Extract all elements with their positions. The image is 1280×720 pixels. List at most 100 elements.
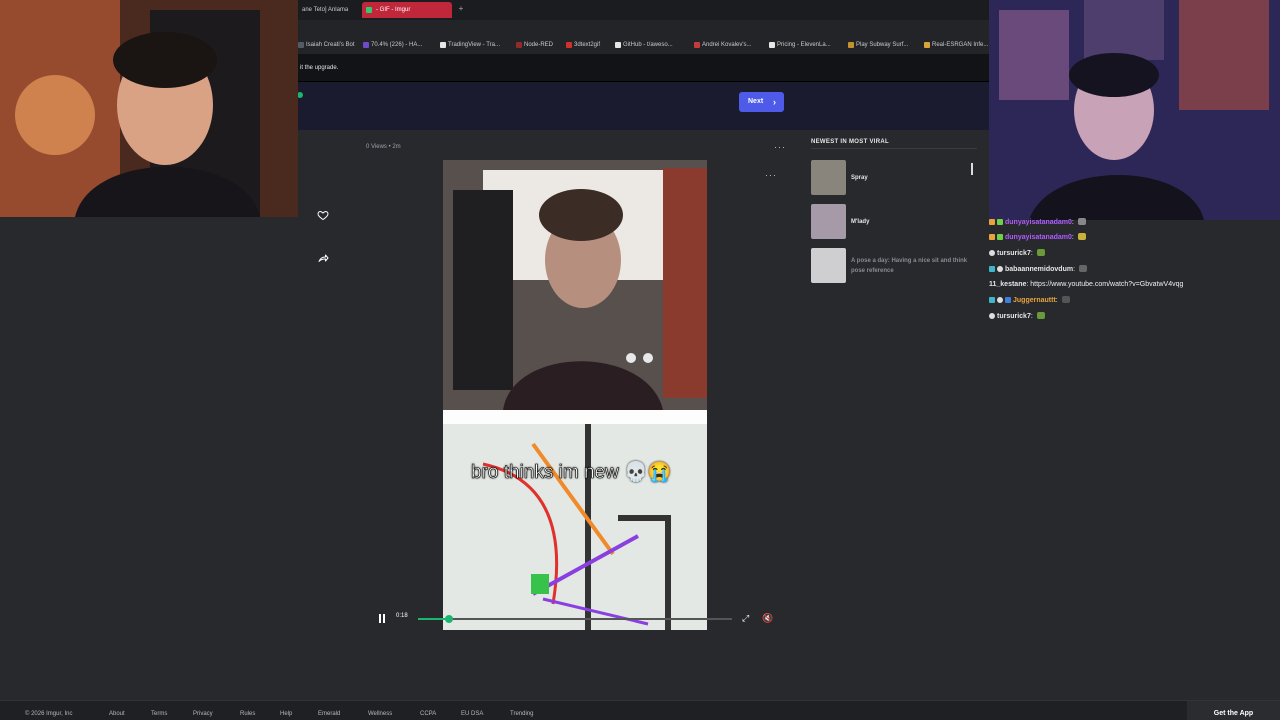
badge-icon	[989, 219, 995, 225]
chat-username[interactable]: tursurick7	[997, 250, 1031, 257]
bookmark-label: Pricing - ElevenLa...	[777, 42, 831, 48]
footer-link-about[interactable]: About	[109, 701, 125, 720]
bookmark[interactable]: Play Subway Surf...	[848, 36, 908, 54]
bookmark-label: Play Subway Surf...	[856, 42, 909, 48]
emote-icon	[1077, 233, 1086, 240]
footer-link-emerald[interactable]: Emerald	[318, 701, 340, 720]
bookmark[interactable]: Node-RED	[516, 36, 553, 54]
bookmark[interactable]: Real-ESRGAN Infe...	[924, 36, 988, 54]
chat-username[interactable]: Juggernauttt	[1013, 297, 1056, 304]
emote-icon	[1036, 312, 1045, 319]
infobar-text: it the upgrade.	[300, 65, 339, 71]
next-label: Next	[748, 98, 764, 105]
bookmark-label: Node-RED	[524, 42, 554, 48]
favorite-button[interactable]	[305, 197, 341, 233]
bookmark-icon	[363, 42, 369, 48]
gif-divider	[443, 410, 707, 424]
footer-link-rules[interactable]: Rules	[240, 701, 255, 720]
emote-icon	[1036, 249, 1045, 256]
footer-link-privacy[interactable]: Privacy	[193, 701, 213, 720]
gif-media[interactable]: bro thinks im new 💀😭	[443, 160, 707, 630]
gif-top-frame	[443, 160, 707, 410]
skull-badge-icon	[997, 297, 1003, 303]
gif-drawing-image	[443, 424, 707, 630]
video-controls: 0:18 ⤢ 🔇	[366, 608, 784, 630]
chat-message: tursurick7:	[989, 247, 1045, 261]
chat-username[interactable]: babaannemidovdum	[1005, 266, 1073, 273]
share-button[interactable]	[305, 240, 341, 276]
emote-icon	[1061, 296, 1070, 303]
video-time: 0:18	[396, 613, 408, 619]
badge-icon	[989, 297, 995, 303]
get-app-button[interactable]: Get the App	[1187, 701, 1280, 720]
stream-chat: dunyayisatanadam0: dunyayisatanadam0: tu…	[989, 218, 1280, 330]
bookmark-icon	[516, 42, 522, 48]
bookmark-label: Real-ESRGAN Infe...	[932, 42, 989, 48]
share-arrow-icon	[318, 254, 329, 262]
next-post-button[interactable]: Next ›	[739, 92, 784, 112]
chat-message: 11_kestane: https://www.youtube.com/watc…	[989, 281, 1184, 288]
pause-icon	[383, 614, 385, 623]
chat-username[interactable]: dunyayisatanadam0	[1005, 234, 1072, 241]
bookmark-icon	[566, 42, 572, 48]
chat-message: dunyayisatanadam0:	[989, 231, 1086, 245]
github-icon	[615, 42, 621, 48]
chevron-right-icon: ›	[773, 97, 776, 107]
emote-icon	[1077, 218, 1086, 225]
chat-message-text[interactable]: https://www.youtube.com/watch?v=GbvatwV4…	[1030, 281, 1183, 288]
gif-bottom-frame: bro thinks im new 💀😭	[443, 424, 707, 630]
fullscreen-icon[interactable]: ⤢	[742, 613, 749, 623]
new-tab-button[interactable]: +	[456, 2, 466, 16]
footer-link-help[interactable]: Help	[280, 701, 292, 720]
post-options-icon[interactable]: ···	[774, 142, 786, 152]
tab-label: ane Teto] Anlama	[302, 7, 349, 13]
bookmark[interactable]: Andrei Kovalev's...	[694, 36, 752, 54]
chat-username[interactable]: 11_kestane	[989, 281, 1026, 288]
heart-icon	[317, 210, 329, 221]
streamer-webcam-image	[989, 0, 1280, 220]
webcam-left	[0, 0, 298, 217]
seek-handle[interactable]	[445, 615, 454, 623]
tab-label: - GIF - Imgur	[376, 7, 411, 13]
mute-icon[interactable]: 🔇	[762, 613, 773, 623]
pause-icon	[379, 614, 381, 623]
skull-badge-icon	[989, 313, 995, 319]
post-title: M'lady	[851, 219, 870, 225]
bookmark-icon	[694, 42, 700, 48]
bookmark[interactable]: GitHub - t/aweso...	[615, 36, 673, 54]
video-seek-bar[interactable]	[418, 615, 732, 623]
bookmark-icon	[440, 42, 446, 48]
footer-link-eu-dsa[interactable]: EU DSA	[461, 701, 483, 720]
viral-post-item[interactable]: Spray	[811, 160, 977, 196]
footer-link-terms[interactable]: Terms	[151, 701, 167, 720]
bookmark[interactable]: TradingView - Tra...	[440, 36, 500, 54]
bookmark[interactable]: 70.4% (226) - HA...	[363, 36, 422, 54]
gif-scene-image	[443, 160, 707, 410]
browser-tab[interactable]: ane Teto] Anlama	[298, 2, 358, 18]
footer-link-wellness[interactable]: Wellness	[368, 701, 392, 720]
browser-tab-active[interactable]: - GIF - Imgur	[362, 2, 452, 18]
pause-button[interactable]	[378, 614, 386, 623]
footer-link-trending[interactable]: Trending	[510, 701, 533, 720]
viral-post-item[interactable]: A pose a day: Having a nice sit and thin…	[811, 248, 977, 284]
imgur-favicon-icon	[366, 7, 372, 13]
chat-message: babaannemidovdum:	[989, 263, 1087, 277]
bookmark-label: Isaiah Creati's Bot	[306, 42, 355, 48]
post-thumbnail	[811, 204, 846, 239]
post-title: A pose a day: Having a nice sit and thin…	[851, 258, 968, 274]
bookmark-icon	[848, 42, 854, 48]
streamer-webcam-image	[0, 0, 298, 217]
divider	[811, 148, 977, 149]
footer-link-ccpa[interactable]: CCPA	[420, 701, 436, 720]
chat-username[interactable]: dunyayisatanadam0	[1005, 219, 1072, 226]
badge-icon	[989, 234, 995, 240]
viral-post-item[interactable]: M'lady	[811, 204, 977, 240]
skull-badge-icon	[997, 266, 1003, 272]
bookmark[interactable]: Pricing - ElevenLa...	[769, 36, 831, 54]
media-options-icon[interactable]: ···	[765, 170, 777, 180]
bookmark-icon	[298, 42, 304, 48]
chat-username[interactable]: tursurick7	[997, 313, 1031, 320]
bookmark[interactable]: 3dtext2gif	[566, 36, 600, 54]
bookmark[interactable]: Isaiah Creati's Bot	[298, 36, 355, 54]
chat-message: dunyayisatanadam0:	[989, 216, 1086, 230]
